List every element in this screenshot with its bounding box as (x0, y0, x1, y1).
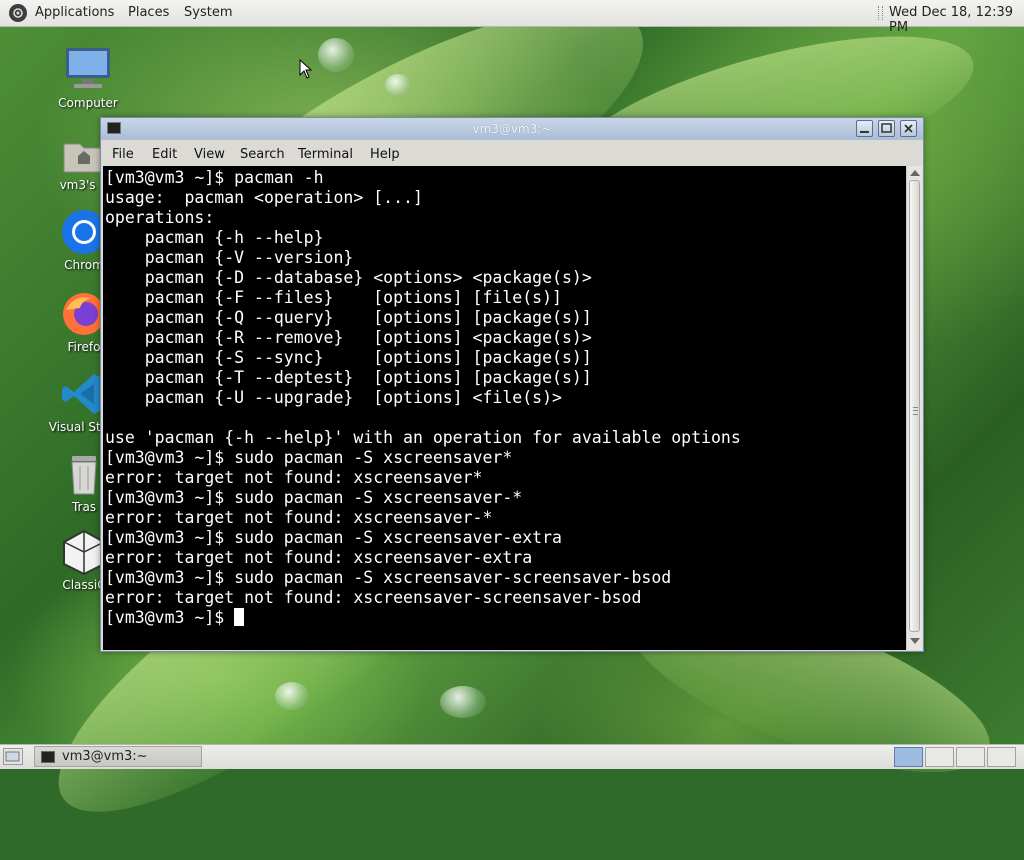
show-desktop-icon (5, 751, 20, 762)
scroll-down-arrow-icon[interactable] (910, 638, 920, 644)
water-drop (385, 74, 411, 96)
water-drop (275, 682, 309, 710)
terminal-prompt: [vm3@vm3 ~]$ (105, 608, 235, 627)
minimize-button[interactable] (856, 120, 873, 137)
menu-edit[interactable]: Edit (152, 147, 177, 162)
taskbar-button-label: vm3@vm3:~ (62, 749, 148, 764)
terminal-line: [vm3@vm3 ~]$ sudo pacman -S xscreensaver… (105, 448, 513, 467)
scroll-up-arrow-icon[interactable] (910, 170, 920, 176)
panel-separator (878, 6, 883, 20)
desktop-icon-computer[interactable]: Computer (40, 46, 136, 110)
terminal-prompt-line[interactable]: [vm3@vm3 ~]$ (105, 608, 906, 628)
terminal-line: [vm3@vm3 ~]$ sudo pacman -S xscreensaver… (105, 488, 523, 507)
maximize-icon (881, 123, 892, 133)
top-panel: Applications Places System Wed Dec 18, 1… (0, 0, 1024, 35)
show-desktop-button[interactable] (3, 748, 23, 765)
terminal-line: [vm3@vm3 ~]$ sudo pacman -S xscreensaver… (105, 568, 672, 587)
taskbar-button-terminal[interactable]: vm3@vm3:~ (34, 746, 202, 767)
close-icon (904, 124, 913, 133)
terminal-line: usage: pacman <operation> [...] (105, 188, 423, 207)
terminal-scrollbar[interactable] (906, 166, 922, 650)
terminal-line: pacman {-F --files} [options] [file(s)] (105, 288, 562, 307)
terminal-line: [vm3@vm3 ~]$ sudo pacman -S xscreensaver… (105, 528, 562, 547)
terminal-line: pacman {-D --database} <options> <packag… (105, 268, 592, 287)
terminal-icon (107, 122, 121, 134)
terminal-line: operations: (105, 208, 215, 227)
terminal-line: use 'pacman {-h --help}' with an operati… (105, 428, 741, 447)
terminal-line: pacman {-Q --query} [options] [package(s… (105, 308, 592, 327)
terminal-output[interactable]: [vm3@vm3 ~]$ pacman -h usage: pacman <op… (103, 166, 906, 650)
terminal-line: error: target not found: xscreensaver-* (105, 508, 493, 527)
menu-help[interactable]: Help (370, 147, 400, 162)
terminal-window[interactable]: vm3@vm3:~ File Edit View Search Terminal… (100, 117, 924, 652)
menu-view[interactable]: View (194, 147, 225, 162)
terminal-line: pacman {-S --sync} [options] [package(s)… (105, 348, 592, 367)
terminal-menubar: File Edit View Search Terminal Help (101, 140, 923, 166)
window-titlebar[interactable]: vm3@vm3:~ (101, 118, 923, 140)
workspace-2[interactable] (925, 747, 954, 767)
gnome-foot-icon[interactable] (9, 4, 27, 22)
applications-menu[interactable]: Applications (35, 5, 114, 20)
desktop-icon-label: Computer (58, 96, 118, 110)
system-menu[interactable]: System (184, 5, 232, 20)
grip-icon (913, 407, 918, 415)
mouse-pointer-icon (299, 59, 313, 79)
terminal-line: pacman {-T --deptest} [options] [package… (105, 368, 592, 387)
scrollbar-thumb[interactable] (909, 180, 920, 632)
menu-terminal[interactable]: Terminal (298, 147, 353, 162)
menu-search[interactable]: Search (240, 147, 285, 162)
minimize-icon (860, 131, 869, 133)
close-button[interactable] (900, 120, 917, 137)
clock[interactable]: Wed Dec 18, 12:39 PM (889, 5, 1024, 35)
terminal-line: error: target not found: xscreensaver* (105, 468, 483, 487)
water-drop (318, 38, 354, 72)
computer-icon (64, 46, 112, 94)
menu-file[interactable]: File (112, 147, 134, 162)
terminal-line: pacman {-R --remove} [options] <package(… (105, 328, 592, 347)
text-cursor (234, 608, 245, 626)
window-title: vm3@vm3:~ (472, 122, 552, 136)
terminal-line: pacman {-V --version} (105, 248, 354, 267)
workspace-1[interactable] (894, 747, 923, 767)
terminal-line: error: target not found: xscreensaver-ex… (105, 548, 533, 567)
water-drop (440, 686, 486, 718)
places-menu[interactable]: Places (128, 5, 169, 20)
terminal-line: pacman {-U --upgrade} [options] <file(s)… (105, 388, 562, 407)
terminal-line: error: target not found: xscreensaver-sc… (105, 588, 642, 607)
bottom-panel: vm3@vm3:~ (0, 744, 1024, 769)
workspace-4[interactable] (987, 747, 1016, 767)
terminal-line: [vm3@vm3 ~]$ pacman -h (105, 168, 324, 187)
terminal-icon (41, 751, 55, 763)
terminal-line: pacman {-h --help} (105, 228, 324, 247)
workspace-3[interactable] (956, 747, 985, 767)
maximize-button[interactable] (878, 120, 895, 137)
